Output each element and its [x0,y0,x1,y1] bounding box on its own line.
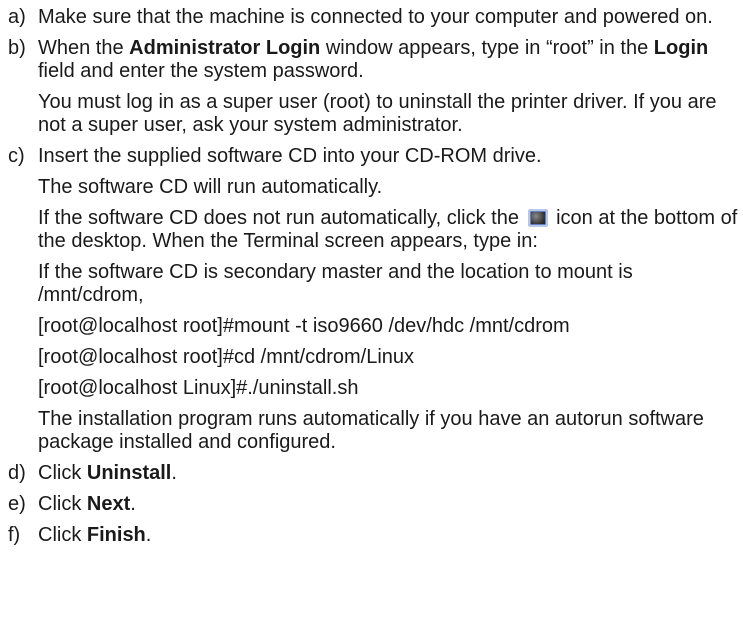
text-run: . [171,462,177,484]
step-text: Click Finish. [38,524,743,547]
manual-run-note: If the software CD does not run automati… [38,207,743,253]
autorun-note: The installation program runs automatica… [38,408,704,453]
step-b: b) When the Administrator Login window a… [0,37,743,137]
step-marker: d) [8,462,26,484]
text-run: window appears, type in “root” in the [320,37,654,59]
command-line: [root@localhost Linux]#./uninstall.sh [38,377,359,399]
ui-term-login: Login [653,37,709,59]
text-run: . [130,493,136,515]
command-line: [root@localhost root]#cd /mnt/cdrom/Linu… [38,346,415,368]
text-run: field and enter the system password. [38,60,364,82]
text-run: . [145,524,152,546]
step-d: d) Click Uninstall. [0,462,743,485]
step-e: e) Click Next. [0,493,743,516]
step-a: a) Make sure that the machine is connect… [0,6,743,29]
step-text: Make sure that the machine is connected … [38,6,713,28]
step-text: Click Uninstall. [38,462,743,485]
text-run: If the software CD does not run automati… [38,207,525,229]
step-note: You must log in as a super user (root) t… [38,91,717,136]
command-line: [root@localhost root]#mount -t iso9660 /… [38,315,570,337]
step-c: c) Insert the supplied software CD into … [0,145,743,454]
step-text: Click Next. [38,493,743,516]
step-marker: b) [8,37,26,59]
text-run: Click [38,493,87,515]
ui-term-next: Next [86,493,131,515]
text-run: Click [38,524,87,546]
step-marker: f) [8,524,21,546]
auto-run-note: The software CD will run automatically. [38,176,383,198]
text-run: When the [38,37,130,59]
step-marker: a) [8,6,26,28]
secondary-master-note: If the software CD is secondary master a… [38,261,633,306]
text-run: Click [38,462,87,484]
step-marker: c) [8,145,25,167]
ui-term-administrator-login: Administrator Login [129,37,321,59]
ui-term-uninstall: Uninstall [86,462,172,484]
step-marker: e) [8,493,26,515]
terminal-icon [527,209,548,227]
step-text: Insert the supplied software CD into you… [38,145,542,167]
instruction-list: a) Make sure that the machine is connect… [0,0,743,547]
step-text: When the Administrator Login window appe… [38,37,743,83]
ui-term-finish: Finish [86,524,146,546]
step-f: f) Click Finish. [0,524,743,547]
